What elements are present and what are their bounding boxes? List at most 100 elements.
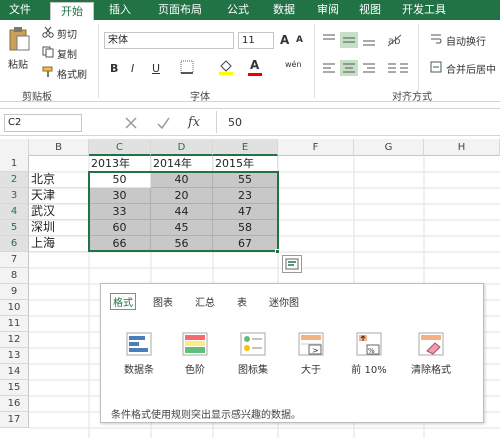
cell-b6[interactable]: 上海 xyxy=(29,236,89,252)
cell-e6[interactable]: 67 xyxy=(213,236,278,252)
cell-c1[interactable]: 2013年 xyxy=(89,156,151,172)
row-header-5[interactable]: 5 xyxy=(0,220,29,236)
group-divider xyxy=(418,24,419,98)
tab-file[interactable]: 文件 xyxy=(0,0,40,20)
cell-e2[interactable]: 55 xyxy=(213,172,278,188)
phonetic-button[interactable]: wén xyxy=(285,60,302,69)
cell-d2[interactable]: 40 xyxy=(151,172,213,188)
vertical-align-icons[interactable] xyxy=(320,32,380,48)
row-header-4[interactable]: 4 xyxy=(0,204,29,220)
column-header-g[interactable]: G xyxy=(354,139,424,156)
cell-b3[interactable]: 天津 xyxy=(29,188,89,204)
eraser-icon xyxy=(418,332,444,356)
cell-b2[interactable]: 北京 xyxy=(29,172,89,188)
tab-formulas[interactable]: 公式 xyxy=(218,0,258,20)
qa-tab-tables[interactable]: 表 xyxy=(237,294,247,309)
row-header-1[interactable]: 1 xyxy=(0,156,29,172)
row-header-8[interactable]: 8 xyxy=(0,268,29,284)
column-header-b[interactable]: B xyxy=(29,139,89,156)
cell-e4[interactable]: 47 xyxy=(213,204,278,220)
cell-d3[interactable]: 20 xyxy=(151,188,213,204)
wrap-text-button[interactable]: 自动换行 xyxy=(446,33,486,48)
qa-clear-format[interactable]: 清除格式 xyxy=(399,331,463,376)
column-header-e[interactable]: E xyxy=(213,139,278,156)
row-header-11[interactable]: 11 xyxy=(0,316,29,332)
select-all-corner[interactable] xyxy=(0,139,29,156)
column-header-c[interactable]: C xyxy=(89,139,151,156)
qa-tab-formatting[interactable]: 格式 xyxy=(110,293,136,310)
tab-view[interactable]: 视图 xyxy=(352,0,388,20)
tab-page-layout[interactable]: 页面布局 xyxy=(148,0,212,20)
tab-review[interactable]: 审阅 xyxy=(310,0,346,20)
qa-color-scale[interactable]: 色阶 xyxy=(167,331,223,376)
cell-d5[interactable]: 45 xyxy=(151,220,213,236)
column-header-f[interactable]: F xyxy=(278,139,354,156)
merge-center-button[interactable]: 合并后居中 xyxy=(446,61,496,76)
cell-c2[interactable]: 50 xyxy=(89,172,151,188)
qa-tab-sparklines[interactable]: 迷你图 xyxy=(269,294,299,309)
row-header-13[interactable]: 13 xyxy=(0,348,29,364)
cell-c6[interactable]: 66 xyxy=(89,236,151,252)
row-header-16[interactable]: 16 xyxy=(0,396,29,412)
font-size-dropdown[interactable]: 11 xyxy=(238,32,274,49)
underline-button[interactable]: U xyxy=(152,62,160,75)
copy-button[interactable]: 复制 xyxy=(57,46,77,61)
tab-home[interactable]: 开始 xyxy=(50,2,94,20)
fill-handle[interactable] xyxy=(275,249,280,254)
column-header-d[interactable]: D xyxy=(151,139,213,156)
tab-data[interactable]: 数据 xyxy=(264,0,304,20)
cell-d1[interactable]: 2014年 xyxy=(151,156,213,172)
row-header-17[interactable]: 17 xyxy=(0,412,29,428)
cell-e1[interactable]: 2015年 xyxy=(213,156,278,172)
cell-c3[interactable]: 30 xyxy=(89,188,151,204)
column-header-h[interactable]: H xyxy=(424,139,500,156)
tab-insert[interactable]: 插入 xyxy=(100,0,140,20)
qa-tab-charts[interactable]: 图表 xyxy=(153,294,173,309)
row-header-10[interactable]: 10 xyxy=(0,300,29,316)
row-header-3[interactable]: 3 xyxy=(0,188,29,204)
italic-button[interactable]: I xyxy=(131,62,134,75)
bold-button[interactable]: B xyxy=(110,62,118,75)
font-name-dropdown[interactable]: 宋体 xyxy=(104,32,234,49)
quick-analysis-button[interactable] xyxy=(282,255,302,273)
row-header-12[interactable]: 12 xyxy=(0,332,29,348)
cell-d6[interactable]: 56 xyxy=(151,236,213,252)
indent-icons[interactable] xyxy=(386,60,410,76)
qa-tab-totals[interactable]: 汇总 xyxy=(195,294,215,309)
cell-c4[interactable]: 33 xyxy=(89,204,151,220)
shrink-font-button[interactable]: A xyxy=(296,35,303,45)
qa-data-bars[interactable]: 数据条 xyxy=(111,331,167,376)
name-box[interactable]: C2 xyxy=(4,114,82,132)
cell-d4[interactable]: 44 xyxy=(151,204,213,220)
paste-button[interactable]: 粘贴 xyxy=(8,56,28,71)
row-header-6[interactable]: 6 xyxy=(0,236,29,252)
cell-b4[interactable]: 武汉 xyxy=(29,204,89,220)
cut-button[interactable]: 剪切 xyxy=(57,26,77,41)
qa-color-scale-label: 色阶 xyxy=(185,365,205,376)
formula-input[interactable]: 50 xyxy=(228,116,242,129)
row-header-15[interactable]: 15 xyxy=(0,380,29,396)
cell-e5[interactable]: 58 xyxy=(213,220,278,236)
paste-icon[interactable] xyxy=(8,26,30,52)
grow-font-button[interactable]: A xyxy=(280,33,289,47)
cell-b5[interactable]: 深圳 xyxy=(29,220,89,236)
cancel-icon[interactable] xyxy=(124,116,138,130)
cell-e3[interactable]: 23 xyxy=(213,188,278,204)
orientation-icon[interactable]: ab xyxy=(386,32,404,48)
qa-top-10[interactable]: % 前 10% xyxy=(341,331,397,376)
horizontal-align-icons[interactable] xyxy=(320,60,380,76)
fill-color-icon[interactable] xyxy=(218,58,234,76)
row-header-9[interactable]: 9 xyxy=(0,284,29,300)
qa-icon-set[interactable]: 图标集 xyxy=(225,331,281,376)
border-icon[interactable] xyxy=(180,60,194,74)
row-header-2[interactable]: 2 xyxy=(0,172,29,188)
cell-c5[interactable]: 60 xyxy=(89,220,151,236)
format-painter-button[interactable]: 格式刷 xyxy=(57,66,87,81)
insert-function-button[interactable]: fx xyxy=(188,115,200,130)
tab-developer[interactable]: 开发工具 xyxy=(396,0,452,20)
enter-icon[interactable] xyxy=(156,116,170,130)
qa-greater-than[interactable]: > 大于 xyxy=(283,331,339,376)
row-header-14[interactable]: 14 xyxy=(0,364,29,380)
row-header-7[interactable]: 7 xyxy=(0,252,29,268)
font-color-button[interactable]: A xyxy=(250,58,259,72)
